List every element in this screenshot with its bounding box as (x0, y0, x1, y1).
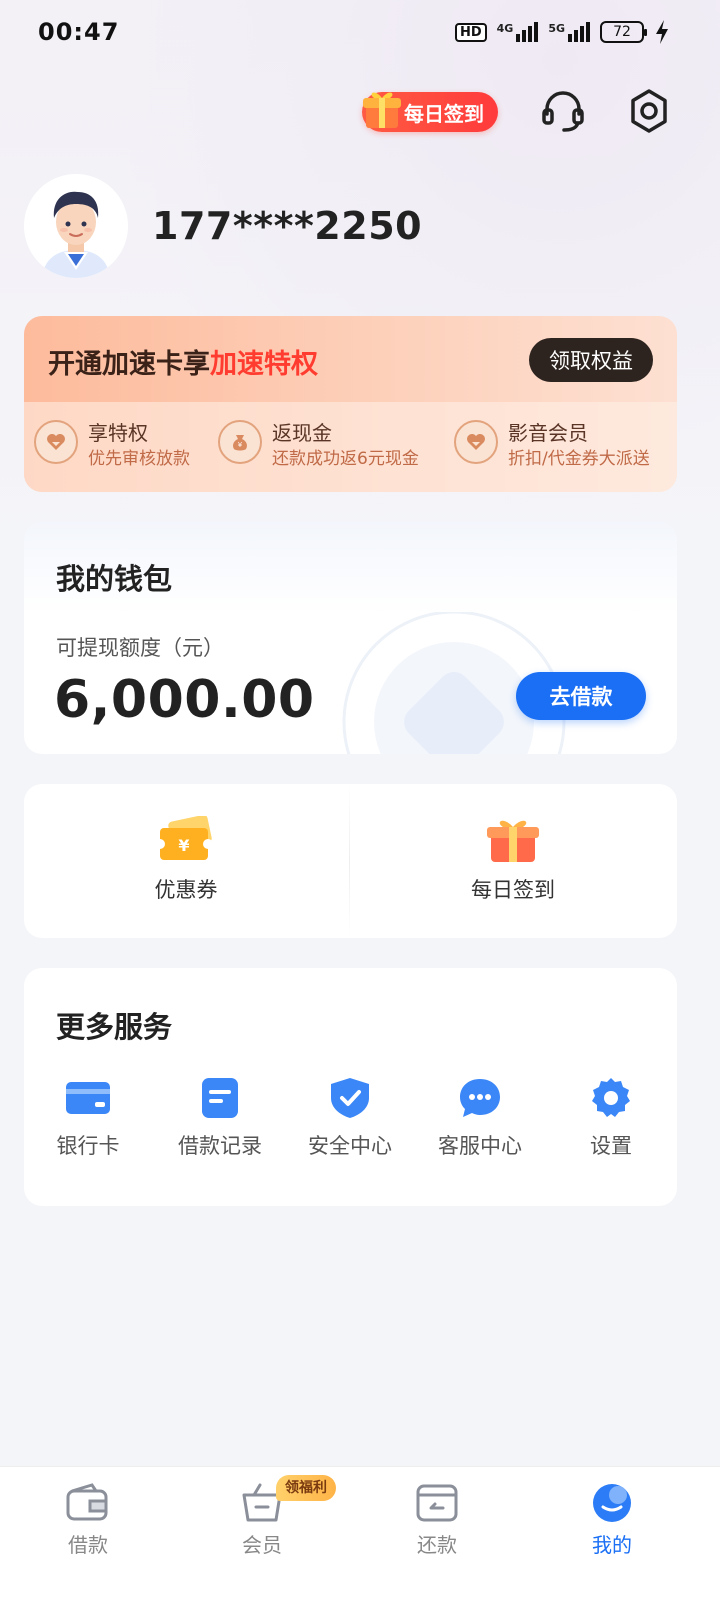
quick-divider (349, 784, 350, 938)
gift-icon (363, 92, 401, 128)
signal-5g-icon: 5G (548, 22, 590, 42)
bottom-tab-bar: 借款 会员 领福利 还款 我的 (0, 1466, 720, 1612)
svg-text:¥: ¥ (238, 441, 243, 449)
service-security-center[interactable]: 安全中心 (290, 1078, 410, 1160)
heart-badge-icon (454, 420, 498, 464)
coupon-icon: ¥ (156, 816, 213, 860)
profile-icon (593, 1484, 631, 1522)
welfare-badge: 领福利 (276, 1475, 336, 1501)
borrow-button[interactable]: 去借款 (516, 672, 646, 720)
svg-text:¥: ¥ (178, 836, 189, 855)
headset-icon[interactable] (540, 88, 586, 134)
vip-benefit-cashback: ¥ 返现金 还款成功返6元现金 (218, 420, 419, 472)
bank-card-icon (66, 1082, 110, 1114)
coupon-label: 优惠券 (154, 878, 218, 902)
daily-checkin-button[interactable]: 每日签到 (362, 92, 498, 132)
chat-icon (460, 1079, 500, 1117)
status-time: 00:47 (38, 18, 120, 46)
status-icons: HD 4G 5G 72 (454, 20, 670, 44)
tab-member[interactable]: 会员 领福利 (202, 1475, 336, 1558)
document-icon (202, 1078, 238, 1118)
service-bank-card[interactable]: 银行卡 (28, 1078, 148, 1160)
vip-accelerate-card[interactable]: 开通加速卡享加速特权 领取权益 享特权 优先审核放款 ¥ 返现金 还款成功返6元… (24, 316, 677, 492)
withdraw-limit-label: 可提现额度（元） (56, 636, 224, 660)
money-bag-icon: ¥ (218, 420, 262, 464)
avatar-illustration (24, 174, 128, 278)
service-settings[interactable]: 设置 (551, 1078, 671, 1160)
tab-repay[interactable]: 还款 (377, 1483, 497, 1558)
daily-checkin-entry-label: 每日签到 (471, 878, 555, 902)
gear-icon (592, 1078, 630, 1117)
tab-borrow[interactable]: 借款 (28, 1483, 148, 1558)
vip-benefit-privilege: 享特权 优先审核放款 (34, 420, 190, 472)
battery-icon: 72 (600, 21, 647, 43)
hd-icon: HD (454, 22, 487, 42)
vip-benefits-row: 享特权 优先审核放款 ¥ 返现金 还款成功返6元现金 影音会员 折扣/代金券大派… (24, 402, 677, 492)
daily-checkin-entry[interactable]: 每日签到 (413, 816, 613, 904)
signal-4g-icon: 4G (497, 22, 539, 42)
daily-checkin-label: 每日签到 (404, 101, 484, 126)
tab-mine[interactable]: 我的 (552, 1483, 672, 1558)
settings-gear-icon[interactable] (626, 88, 672, 134)
more-services-card: 更多服务 银行卡 借款记录 安全中心 客服中心 设置 (24, 968, 677, 1206)
withdraw-limit-amount: 6,000.00 (54, 670, 315, 730)
wallet-icon (66, 1483, 108, 1521)
more-services-title: 更多服务 (56, 1010, 173, 1044)
coupon-entry[interactable]: ¥ 优惠券 (86, 816, 286, 904)
repay-icon (416, 1484, 458, 1522)
user-phone-number: 177****2250 (152, 204, 423, 248)
wallet-title: 我的钱包 (56, 562, 173, 596)
service-customer-center[interactable]: 客服中心 (420, 1078, 540, 1160)
wallet-card: 我的钱包 可提现额度（元） 6,000.00 去借款 (24, 522, 677, 754)
avatar[interactable] (24, 174, 128, 278)
service-loan-records[interactable]: 借款记录 (160, 1078, 280, 1160)
vip-benefit-media: 影音会员 折扣/代金券大派送 (454, 420, 650, 472)
gift-icon (487, 820, 539, 862)
vip-title: 开通加速卡享加速特权 (48, 349, 318, 380)
shield-icon (331, 1078, 369, 1118)
heart-badge-icon (34, 420, 78, 464)
status-bar: 00:47 HD 4G 5G 72 (0, 0, 720, 64)
claim-benefits-button[interactable]: 领取权益 (529, 338, 653, 382)
charging-icon (656, 20, 668, 44)
quick-entries: ¥ 优惠券 每日签到 (24, 784, 677, 938)
